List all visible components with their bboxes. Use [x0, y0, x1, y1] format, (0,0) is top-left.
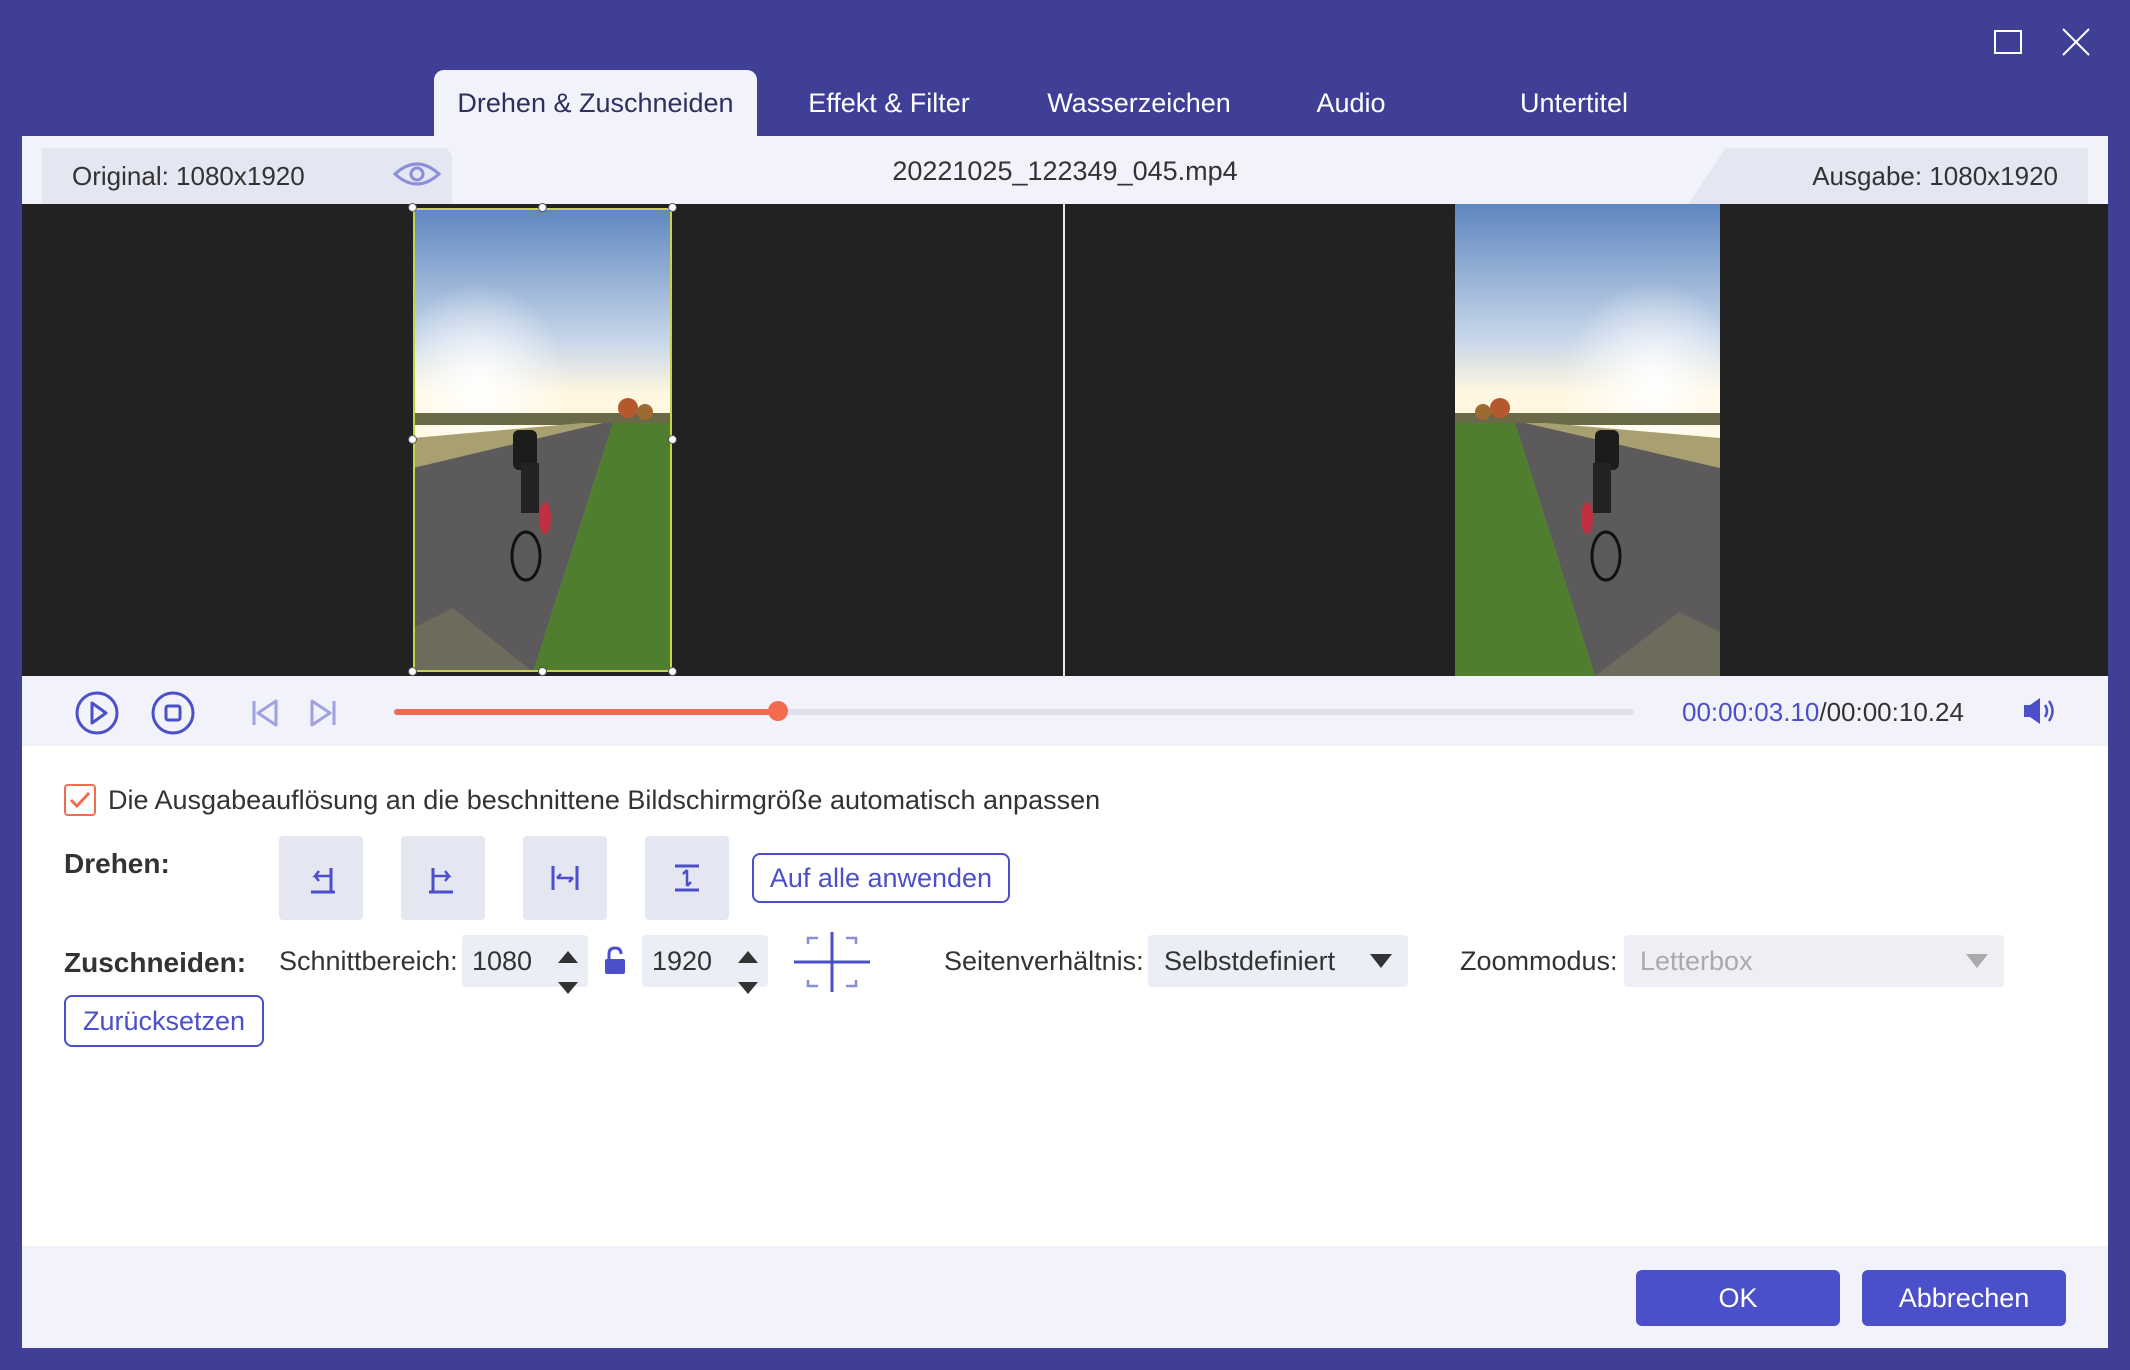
tab-subtitle[interactable]: Untertitel — [1445, 70, 1703, 136]
crop-handle-bottom[interactable] — [538, 667, 547, 676]
crop-area-label: Schnittbereich: — [279, 946, 458, 976]
zoom-mode-value: Letterbox — [1640, 945, 1753, 976]
center-crop-icon[interactable] — [794, 932, 870, 992]
close-icon — [2062, 28, 2090, 56]
output-video-image — [1455, 204, 1720, 676]
rotate-right-icon — [429, 868, 453, 894]
tab-bar: Drehen & Zuschneiden Effekt & Filter Was… — [434, 70, 1703, 136]
crop-handle-right[interactable] — [668, 435, 677, 444]
zoom-mode-select[interactable]: Letterbox — [1624, 935, 2004, 987]
rotate-right-button[interactable] — [401, 836, 485, 920]
previous-frame-button[interactable] — [242, 690, 288, 736]
crop-width-value: 1080 — [472, 945, 533, 976]
crop-handle-left[interactable] — [408, 435, 417, 444]
maximize-button[interactable] — [1988, 22, 2028, 62]
crop-height-arrows — [736, 939, 760, 994]
chevron-down-icon — [1370, 954, 1392, 968]
crop-handle-bottom-right[interactable] — [668, 667, 677, 676]
skip-next-icon — [310, 699, 336, 727]
output-video-frame — [1455, 204, 1720, 676]
rotate-left-icon — [311, 868, 335, 894]
playback-progress-bar[interactable] — [394, 701, 1634, 721]
crop-height-value: 1920 — [652, 945, 713, 976]
output-resolution: Ausgabe: 1080x1920 — [1688, 148, 2088, 204]
aspect-ratio-select[interactable]: Selbstdefiniert — [1148, 935, 1408, 987]
total-time: /00:00:10.24 — [1819, 697, 1964, 727]
rotate-left-button[interactable] — [279, 836, 363, 920]
info-bar: Original: 1080x1920 20221025_122349_045.… — [22, 136, 2108, 204]
crop-frame[interactable] — [413, 208, 672, 672]
rotate-label: Drehen: — [64, 848, 170, 879]
tab-rotate-crop[interactable]: Drehen & Zuschneiden — [434, 70, 757, 136]
progress-thumb[interactable] — [768, 701, 789, 721]
flip-horizontal-button[interactable] — [523, 836, 607, 920]
flip-vertical-button[interactable] — [645, 836, 729, 920]
crop-width-down-icon[interactable] — [558, 970, 578, 1001]
lock-icon[interactable] — [602, 946, 628, 976]
volume-icon[interactable] — [2022, 694, 2062, 728]
current-time: 00:00:03.10 — [1682, 697, 1820, 727]
apply-to-all-button[interactable]: Auf alle anwenden — [752, 853, 1010, 903]
auto-resize-label: Die Ausgabeauflösung an die beschnittene… — [108, 784, 1101, 815]
auto-resize-option: Die Ausgabeauflösung an die beschnittene… — [64, 784, 1100, 816]
aspect-ratio-label: Seitenverhältnis: — [944, 946, 1144, 976]
cancel-button[interactable]: Abbrechen — [1862, 1270, 2066, 1326]
play-button[interactable] — [74, 690, 120, 736]
time-display: 00:00:03.10/00:00:10.24 — [1682, 697, 1964, 728]
playback-controls: 00:00:03.10/00:00:10.24 — [22, 676, 2108, 746]
progress-fill — [394, 709, 779, 715]
chevron-down-icon — [1966, 954, 1988, 968]
next-frame-button[interactable] — [300, 690, 346, 736]
auto-resize-checkbox[interactable] — [64, 784, 96, 816]
crop-handle-top-right[interactable] — [668, 203, 677, 212]
reset-button[interactable]: Zurücksetzen — [64, 995, 264, 1047]
crop-label: Zuschneiden: — [64, 947, 247, 978]
zoom-mode-label: Zoommodus: — [1460, 946, 1618, 976]
tab-audio[interactable]: Audio — [1257, 70, 1445, 136]
flip-vertical-icon — [675, 864, 699, 892]
crop-width-stepper[interactable]: 1080 — [462, 935, 588, 994]
close-button[interactable] — [2056, 22, 2096, 62]
crop-handle-top-left[interactable] — [408, 203, 417, 212]
stop-icon — [151, 691, 195, 735]
crop-handle-top[interactable] — [538, 203, 547, 212]
crop-height-down-icon[interactable] — [738, 970, 758, 1001]
video-preview — [22, 203, 2108, 676]
tab-effect-filter[interactable]: Effekt & Filter — [757, 70, 1021, 136]
preview-divider — [1063, 204, 1065, 676]
play-icon — [75, 691, 119, 735]
crop-width-arrows — [556, 939, 580, 994]
tab-watermark[interactable]: Wasserzeichen — [1021, 70, 1257, 136]
aspect-ratio-value: Selbstdefiniert — [1164, 945, 1336, 976]
crop-handle-bottom-left[interactable] — [408, 667, 417, 676]
maximize-icon — [1994, 30, 2022, 54]
editor-panel: Original: 1080x1920 20221025_122349_045.… — [22, 136, 2108, 1348]
checkmark-icon — [69, 791, 91, 809]
output-resolution-label: Ausgabe: 1080x1920 — [1812, 160, 2058, 191]
stop-button[interactable] — [150, 690, 196, 736]
crop-height-stepper[interactable]: 1920 — [642, 935, 768, 994]
skip-previous-icon — [252, 699, 278, 727]
crop-height-up-icon[interactable] — [738, 939, 758, 970]
crop-width-up-icon[interactable] — [558, 939, 578, 970]
ok-button[interactable]: OK — [1636, 1270, 1840, 1326]
flip-horizontal-icon — [551, 866, 579, 890]
